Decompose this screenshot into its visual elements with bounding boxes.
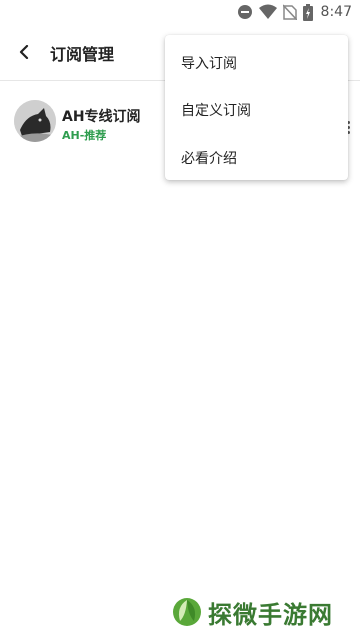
subscription-tag: AH-推荐 <box>62 129 107 142</box>
watermark-text: 探微手游网 <box>208 600 333 629</box>
dnd-icon <box>237 5 252 19</box>
menu-item-must-read[interactable]: 必看介绍 <box>165 134 348 178</box>
wifi-icon <box>258 4 277 19</box>
menu-item-import-subscription[interactable]: 导入订阅 <box>165 39 348 83</box>
menu-item-custom-subscription[interactable]: 自定义订阅 <box>165 86 348 130</box>
status-icons: 8:47 <box>237 3 352 21</box>
back-arrow-icon <box>19 45 29 59</box>
menu-item-label: 必看介绍 <box>181 151 237 167</box>
subscription-name: AH专线订阅 <box>62 109 141 125</box>
avatar <box>14 100 56 142</box>
back-button[interactable] <box>12 40 36 64</box>
status-bar: 8:47 <box>0 0 360 24</box>
menu-item-label: 导入订阅 <box>181 56 237 72</box>
no-sim-icon <box>282 4 297 20</box>
status-time: 8:47 <box>320 4 352 20</box>
overflow-menu: 导入订阅 自定义订阅 必看介绍 <box>165 35 348 180</box>
leaf-logo-icon <box>173 598 201 626</box>
watermark: 探微手游网 <box>172 595 356 629</box>
menu-item-label: 自定义订阅 <box>181 103 251 119</box>
page-title: 订阅管理 <box>50 45 115 64</box>
battery-icon <box>302 3 313 21</box>
cat-avatar-icon <box>14 100 56 142</box>
